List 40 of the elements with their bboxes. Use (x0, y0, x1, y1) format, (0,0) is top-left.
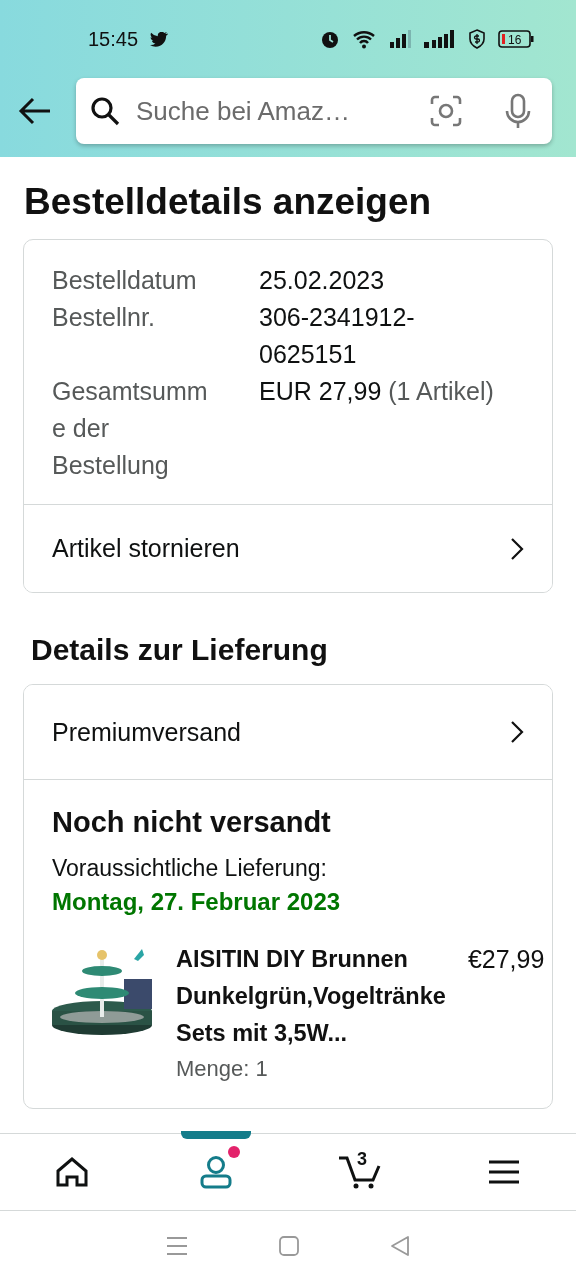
chevron-right-icon (510, 536, 524, 561)
search-input[interactable]: Suche bei Amaz… (134, 94, 416, 128)
signal-icon (424, 30, 456, 48)
chevron-right-icon (510, 720, 524, 744)
signal-icon (390, 30, 412, 48)
shield-icon (468, 29, 486, 49)
search-bar[interactable]: Suche bei Amaz… (76, 78, 552, 144)
field-value: 306-2341912-0625151 (259, 302, 416, 370)
active-indicator (181, 1131, 251, 1139)
field-label: Bestelldatum (52, 265, 198, 296)
recent-apps-button[interactable] (165, 1235, 188, 1256)
home-icon (56, 1157, 88, 1187)
menu-icon (489, 1160, 519, 1184)
delivery-date: Montag, 27. Februar 2023 (52, 887, 342, 917)
page-title: Bestelldetails anzeigen (24, 181, 433, 223)
cart-count: 3 (357, 1149, 367, 1170)
product-price: €27,99 (467, 944, 545, 975)
nav-tab[interactable]: 3 (288, 1134, 432, 1210)
back-nav-button[interactable] (390, 1234, 411, 1257)
search-icon (90, 96, 120, 126)
field-value: 25.02.2023 (259, 265, 386, 296)
back-button[interactable] (18, 97, 52, 125)
bird-icon (150, 31, 169, 47)
alarm-icon (320, 29, 340, 49)
home-button[interactable] (279, 1235, 299, 1256)
field-value: EUR 27,99 (1 Artikel) (259, 376, 495, 407)
product-title[interactable]: AISITIN DIY Brunnen Dunkelgrün,Vogeltränke Sets mit 3,5W... (176, 941, 446, 1052)
item-count: (1 Artikel) (388, 377, 494, 405)
field-label: Bestellnr. (52, 302, 156, 333)
camera-button[interactable] (430, 95, 462, 127)
microphone-button[interactable] (504, 93, 532, 129)
section-title: Details zur Lieferung (31, 633, 329, 667)
person-icon (199, 1155, 233, 1189)
expected-delivery-label: Voraussichtliche Lieferung: (52, 854, 328, 883)
clock-time: 15:45 (88, 27, 139, 51)
shipment-status: Noch nicht versandt (52, 806, 332, 839)
field-label: Gesamtsumme der Bestellung (52, 376, 209, 481)
quantity: Menge: 1 (176, 1056, 269, 1082)
battery-icon: 16 (498, 30, 534, 48)
cancel-items-row[interactable]: Artikel stornieren (24, 504, 552, 592)
